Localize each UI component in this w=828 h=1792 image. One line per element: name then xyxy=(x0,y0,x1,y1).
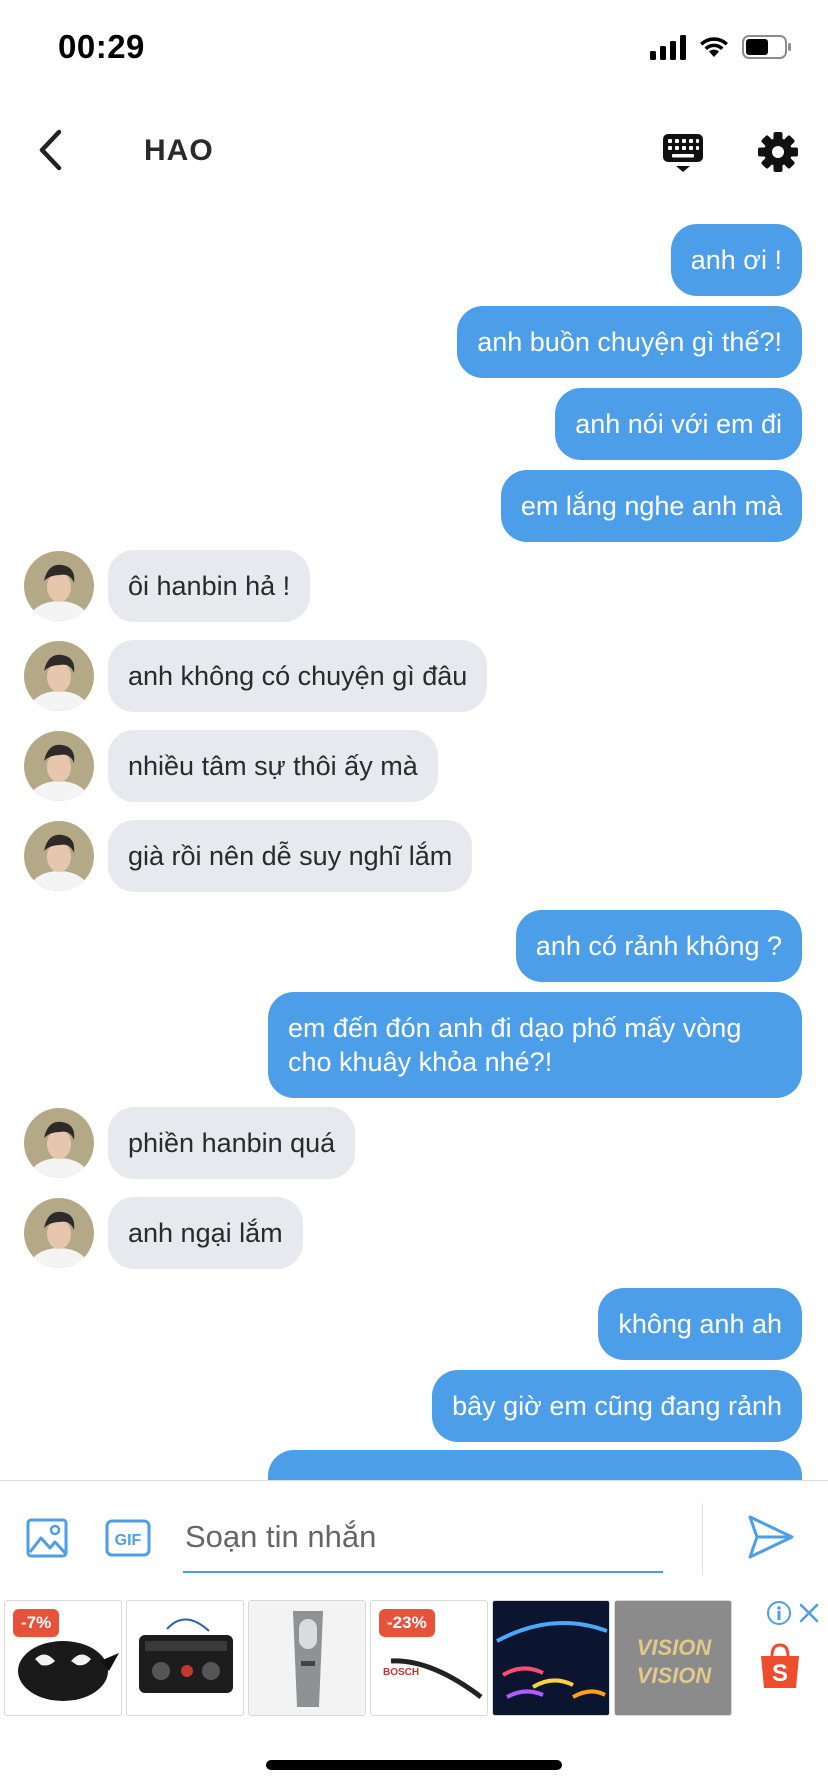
status-bar: 00:29 xyxy=(0,0,828,100)
close-icon xyxy=(799,1603,819,1623)
message-bubble-outgoing[interactable]: em lắng nghe anh mà xyxy=(500,470,802,542)
message-bubble-incoming[interactable]: ôi hanbin hả ! xyxy=(108,550,311,622)
discount-badge: -23% xyxy=(379,1609,435,1637)
message-row-incoming: anh không có chuyện gì đâu xyxy=(0,640,828,712)
message-bubble-incoming[interactable]: phiền hanbin quá xyxy=(108,1107,356,1179)
message-row-incoming: phiền hanbin quá xyxy=(0,1107,828,1179)
back-button[interactable] xyxy=(22,122,78,178)
ad-banner: -7% -23% BOSCH VISION VISION xyxy=(0,1598,828,1722)
contact-avatar[interactable] xyxy=(24,731,94,801)
message-row-outgoing: anh nói với em đi xyxy=(0,388,828,460)
message-row-incoming: ôi hanbin hả ! xyxy=(0,550,828,622)
message-bubble-outgoing[interactable]: bây giờ em cũng đang rảnh xyxy=(432,1370,802,1442)
send-icon xyxy=(748,1515,794,1559)
message-bubble-incoming[interactable]: nhiều tâm sự thôi ấy mà xyxy=(108,730,438,802)
message-bubble-incoming[interactable]: anh ngại lắm xyxy=(108,1197,303,1269)
image-icon xyxy=(26,1518,68,1558)
message-bubble-outgoing[interactable]: không anh ah xyxy=(598,1288,802,1360)
contact-avatar[interactable] xyxy=(24,1198,94,1268)
status-time: 00:29 xyxy=(58,28,145,65)
ad-product[interactable] xyxy=(492,1600,610,1716)
attach-gif-button[interactable]: GIF xyxy=(104,1514,152,1562)
cellular-signal-icon xyxy=(650,34,686,60)
message-row-incoming: già rồi nên dễ suy nghĩ lắm xyxy=(0,820,828,892)
product-brand-text: VISION xyxy=(637,1663,713,1688)
shopee-bag-icon[interactable]: S xyxy=(758,1642,802,1690)
message-row-outgoing: anh buồn chuyện gì thế?! xyxy=(0,306,828,378)
shop-letter: S xyxy=(772,1660,788,1687)
message-bubble-outgoing[interactable]: anh nói với em đi xyxy=(555,388,802,460)
message-bubble-outgoing-partial xyxy=(268,1450,802,1480)
contact-name: HAO xyxy=(144,134,214,167)
contact-avatar[interactable] xyxy=(24,1108,94,1178)
ad-info-button[interactable] xyxy=(766,1600,792,1626)
message-list[interactable]: anh ơi ! anh buồn chuyện gì thế?! anh nó… xyxy=(0,200,828,1480)
message-row-incoming: nhiều tâm sự thôi ấy mà xyxy=(0,730,828,802)
contact-avatar[interactable] xyxy=(24,551,94,621)
product-brand-text: VISION xyxy=(637,1635,713,1660)
contact-avatar[interactable] xyxy=(24,821,94,891)
send-button[interactable] xyxy=(744,1511,796,1563)
battery-icon xyxy=(742,35,791,59)
chevron-left-icon xyxy=(39,129,62,171)
message-bubble-incoming[interactable]: già rồi nên dễ suy nghĩ lắm xyxy=(108,820,473,892)
attach-image-button[interactable] xyxy=(24,1514,72,1562)
ad-close-button[interactable] xyxy=(796,1600,822,1626)
contact-avatar[interactable] xyxy=(24,641,94,711)
message-bubble-outgoing[interactable]: anh có rảnh không ? xyxy=(515,910,802,982)
ad-product[interactable]: VISION VISION xyxy=(614,1600,732,1716)
wifi-icon xyxy=(700,37,728,57)
product-brand-text: BOSCH xyxy=(383,1667,419,1678)
message-row-outgoing: anh ơi ! xyxy=(0,224,828,296)
discount-badge: -7% xyxy=(13,1609,60,1637)
keyboard-button[interactable] xyxy=(655,124,711,180)
message-row-outgoing: em lắng nghe anh mà xyxy=(0,470,828,542)
message-composer: GIF xyxy=(0,1480,828,1598)
ad-product[interactable]: -7% xyxy=(4,1600,122,1716)
status-icons xyxy=(650,34,792,60)
home-indicator[interactable] xyxy=(266,1760,562,1770)
keyboard-icon xyxy=(663,134,703,172)
message-bubble-outgoing[interactable]: anh ơi ! xyxy=(670,224,802,296)
message-row-outgoing: không anh ah xyxy=(0,1288,828,1360)
message-bubble-outgoing[interactable]: em đến đón anh đi dạo phố mấy vòng cho k… xyxy=(268,992,802,1098)
message-input[interactable] xyxy=(183,1503,663,1573)
chat-header: HAO xyxy=(0,100,828,200)
message-row-outgoing: anh có rảnh không ? xyxy=(0,910,828,982)
ad-product[interactable] xyxy=(248,1600,366,1716)
gif-label: GIF xyxy=(115,1532,142,1549)
message-row-outgoing: bây giờ em cũng đang rảnh xyxy=(0,1370,828,1442)
gif-icon: GIF xyxy=(105,1519,151,1557)
ad-product[interactable] xyxy=(126,1600,244,1716)
ad-product[interactable]: -23% BOSCH xyxy=(370,1600,488,1716)
info-icon xyxy=(767,1601,791,1625)
message-bubble-incoming[interactable]: anh không có chuyện gì đâu xyxy=(108,640,488,712)
composer-divider xyxy=(702,1503,703,1575)
settings-button[interactable] xyxy=(750,124,806,180)
message-row-incoming: anh ngại lắm xyxy=(0,1197,828,1269)
message-row-outgoing: em đến đón anh đi dạo phố mấy vòng cho k… xyxy=(0,992,828,1098)
gear-icon xyxy=(758,132,798,172)
message-bubble-outgoing[interactable]: anh buồn chuyện gì thế?! xyxy=(457,306,802,378)
